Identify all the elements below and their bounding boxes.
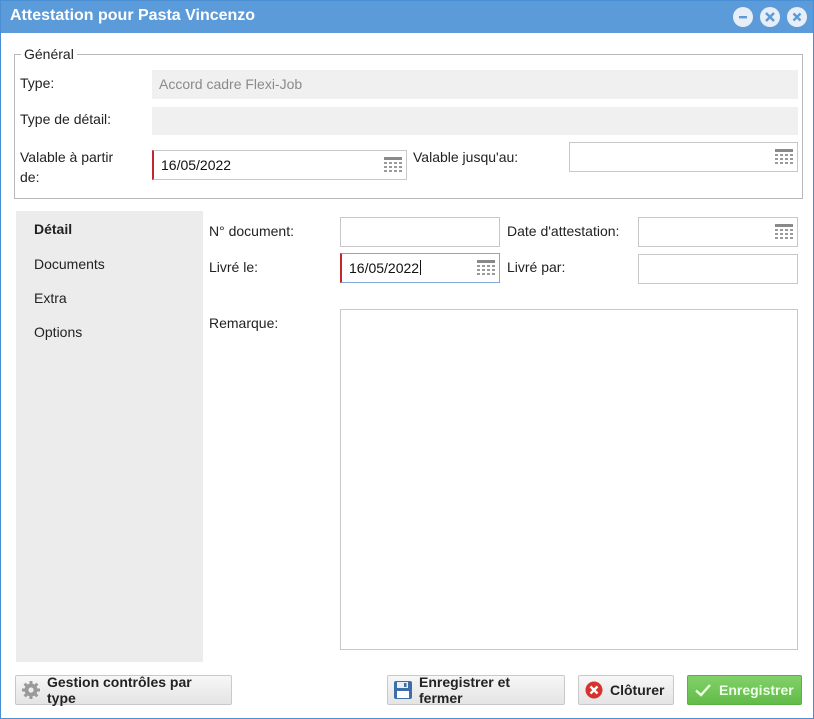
delivered-on-date-input[interactable]: 16/05/2022	[340, 253, 500, 283]
document-no-input[interactable]	[340, 217, 500, 247]
valid-from-label-line2: de:	[20, 169, 40, 185]
general-legend: Général	[24, 46, 74, 62]
attestation-date-label: Date d'attestation:	[507, 223, 620, 239]
remark-textarea[interactable]	[340, 309, 798, 650]
close-record-label: Clôturer	[610, 682, 665, 698]
manage-controls-button[interactable]: Gestion contrôles par type	[15, 674, 232, 706]
valid-from-label-line1: Valable à partir	[20, 149, 114, 165]
save-and-close-label: Enregistrer et fermer	[419, 674, 511, 706]
valid-until-label: Valable jusqu'au:	[413, 149, 519, 165]
minimize-icon[interactable]	[733, 7, 753, 27]
valid-from-date-input[interactable]: 16/05/2022	[152, 150, 407, 180]
attestation-dialog: Attestation pour Pasta Vincenzo Général …	[0, 0, 814, 719]
type-label: Type:	[20, 75, 55, 91]
delivered-on-value: 16/05/2022	[349, 260, 420, 276]
nav-item-extra[interactable]: Extra	[34, 290, 67, 306]
close-icon[interactable]	[787, 7, 807, 27]
save-and-close-button[interactable]: Enregistrer et fermer	[387, 674, 565, 706]
document-no-label: N° document:	[209, 223, 294, 239]
detail-type-label: Type de détail:	[20, 111, 112, 127]
close-record-button[interactable]: Clôturer	[578, 675, 674, 705]
save-label: Enregistrer	[719, 682, 794, 698]
dialog-titlebar[interactable]: Attestation pour Pasta Vincenzo	[1, 1, 813, 33]
restore-icon[interactable]	[760, 7, 780, 27]
attestation-date-input[interactable]	[638, 217, 798, 247]
calendar-icon[interactable]	[477, 260, 495, 276]
calendar-icon[interactable]	[775, 224, 793, 240]
manage-controls-label: Gestion contrôles par type	[47, 674, 192, 706]
cancel-circle-icon	[584, 680, 604, 700]
valid-from-label: Valable à partir de:	[20, 147, 113, 187]
remark-label: Remarque:	[209, 315, 279, 331]
calendar-icon[interactable]	[384, 157, 402, 173]
gear-icon	[21, 680, 41, 700]
nav-item-documents[interactable]: Documents	[34, 256, 105, 272]
text-caret	[420, 260, 422, 275]
type-field: Accord cadre Flexi-Job	[152, 70, 798, 99]
delivered-on-label: Livré le:	[209, 259, 259, 275]
save-button[interactable]: Enregistrer	[687, 675, 802, 705]
calendar-icon[interactable]	[775, 149, 793, 165]
detail-type-field	[152, 107, 798, 135]
nav-item-options[interactable]: Options	[34, 324, 82, 340]
delivered-by-input[interactable]	[638, 254, 798, 284]
valid-until-date-input[interactable]	[569, 142, 798, 172]
delivered-by-label: Livré par:	[507, 259, 566, 275]
nav-item-detail[interactable]: Détail	[34, 221, 72, 237]
floppy-disk-icon	[393, 680, 413, 700]
side-nav: Détail Documents Extra Options	[16, 211, 203, 662]
valid-from-value: 16/05/2022	[161, 157, 232, 173]
dialog-title: Attestation pour Pasta Vincenzo	[10, 7, 256, 24]
checkmark-icon	[693, 680, 713, 700]
